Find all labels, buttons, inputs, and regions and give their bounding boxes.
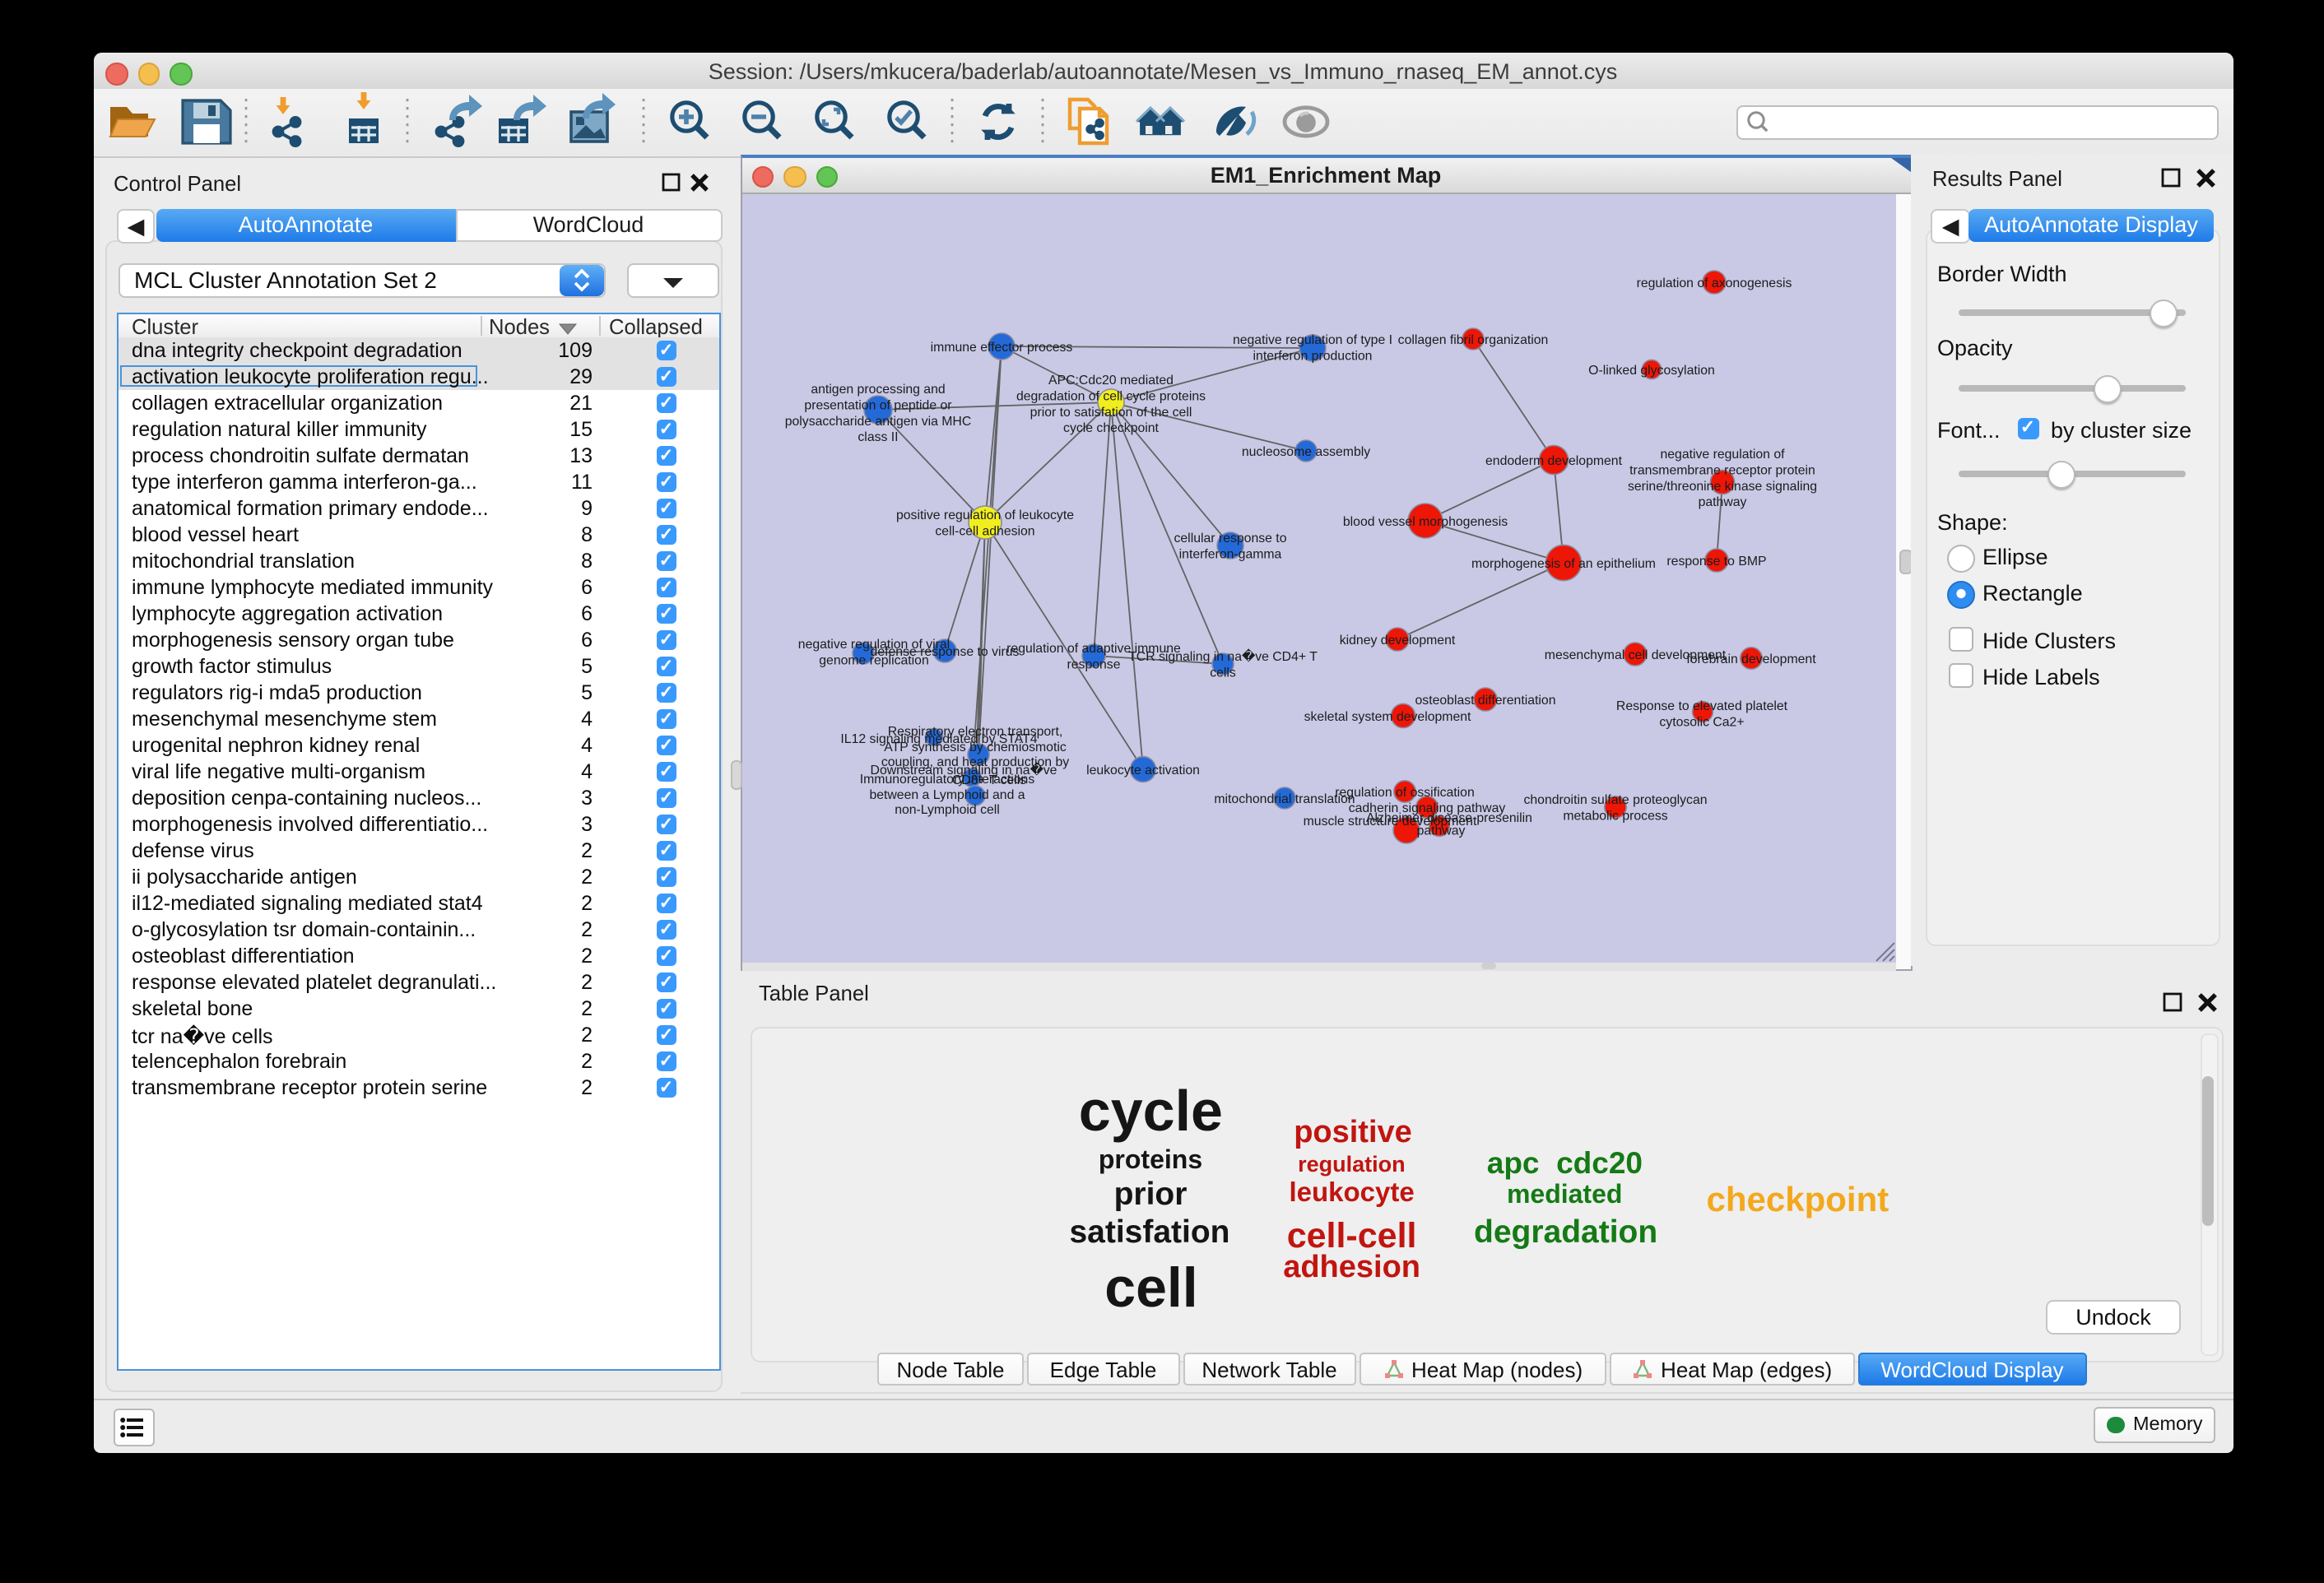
svg-text:endoderm development: endoderm development	[1485, 453, 1623, 467]
svg-text:forebrain development: forebrain development	[1686, 652, 1816, 666]
svg-text:cells: cells	[1210, 665, 1236, 679]
svg-text:cytosolic Ca2+: cytosolic Ca2+	[1659, 714, 1744, 728]
svg-text:kidney development: kidney development	[1340, 633, 1456, 647]
svg-text:non-Lymphoid cell: non-Lymphoid cell	[895, 802, 1000, 816]
svg-text:negative regulation of viral: negative regulation of viral	[798, 637, 950, 651]
svg-text:metabolic process: metabolic process	[1563, 808, 1667, 822]
svg-text:genome replication: genome replication	[819, 652, 928, 666]
svg-text:osteoblast differentiation: osteoblast differentiation	[1415, 693, 1556, 707]
svg-text:O-linked glycosylation: O-linked glycosylation	[1588, 363, 1715, 377]
svg-text:regulation of axonogenesis: regulation of axonogenesis	[1637, 276, 1792, 290]
svg-text:pathway: pathway	[1699, 494, 1747, 508]
svg-text:mitochondrial translation: mitochondrial translation	[1214, 792, 1355, 805]
svg-text:regulation of ossification: regulation of ossification	[1335, 785, 1474, 799]
svg-text:response to BMP: response to BMP	[1666, 554, 1766, 568]
svg-text:cell-cell adhesion: cell-cell adhesion	[935, 523, 1034, 537]
svg-text:ATP synthesis by chemiosmotic: ATP synthesis by chemiosmotic	[884, 740, 1067, 754]
svg-text:CD8+ T cells: CD8+ T cells	[952, 773, 1026, 787]
svg-text:presentation of peptide or: presentation of peptide or	[804, 397, 951, 411]
svg-text:APC:Cdc20 mediated: APC:Cdc20 mediated	[1048, 373, 1174, 387]
svg-text:TCR signaling in na�ve CD4+ T: TCR signaling in na�ve CD4+ T	[1128, 648, 1318, 663]
svg-text:skeletal system development: skeletal system development	[1304, 709, 1471, 723]
svg-text:transmembrane receptor protein: transmembrane receptor protein	[1629, 462, 1815, 476]
svg-text:negative regulation of type I: negative regulation of type I	[1233, 332, 1392, 346]
svg-text:class II: class II	[858, 429, 898, 443]
svg-text:Response to elevated platelet: Response to elevated platelet	[1616, 699, 1788, 713]
svg-text:prior to satisfation of the ce: prior to satisfation of the cell	[1030, 405, 1192, 419]
svg-text:degradation of cell cycle prot: degradation of cell cycle proteins	[1016, 388, 1206, 402]
svg-text:between a Lymphoid and a: between a Lymphoid and a	[869, 787, 1025, 801]
svg-text:antigen processing and: antigen processing and	[811, 382, 945, 396]
svg-text:morphogenesis of an epithelium: morphogenesis of an epithelium	[1471, 556, 1656, 570]
svg-text:cycle checkpoint: cycle checkpoint	[1063, 420, 1160, 434]
svg-text:collagen fibril organization: collagen fibril organization	[1398, 332, 1549, 346]
svg-text:interferon-gamma: interferon-gamma	[1179, 546, 1282, 560]
svg-text:interferon production: interferon production	[1253, 348, 1373, 362]
svg-text:cellular response to: cellular response to	[1174, 531, 1287, 545]
svg-text:serine/threonine kinase signal: serine/threonine kinase signaling	[1628, 479, 1817, 493]
svg-text:positive regulation of leukocy: positive regulation of leukocyte	[896, 508, 1074, 522]
svg-text:blood vessel morphogenesis: blood vessel morphogenesis	[1343, 514, 1508, 528]
svg-text:response: response	[1067, 657, 1121, 671]
svg-text:negative regulation of: negative regulation of	[1660, 447, 1785, 461]
svg-text:leukocyte activation: leukocyte activation	[1086, 763, 1200, 777]
svg-text:immune effector process: immune effector process	[931, 340, 1073, 354]
svg-text:muscle structure development: muscle structure development	[1304, 814, 1477, 828]
svg-text:polysaccharide antigen via MHC: polysaccharide antigen via MHC	[785, 414, 972, 428]
svg-text:chondroitin sulfate proteoglyc: chondroitin sulfate proteoglycan	[1523, 792, 1707, 806]
svg-text:nucleosome assembly: nucleosome assembly	[1242, 444, 1370, 458]
